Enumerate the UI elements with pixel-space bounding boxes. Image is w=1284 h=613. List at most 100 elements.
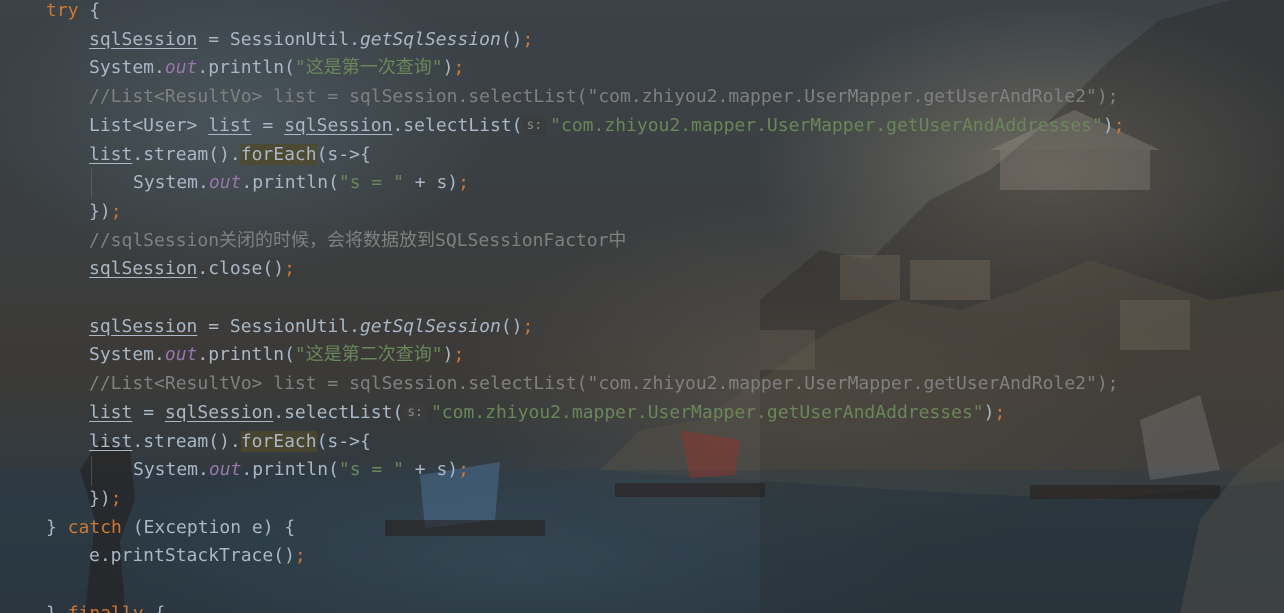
code-token[interactable]: e.printStackTrace() xyxy=(89,545,295,566)
variable-reference[interactable]: sqlSession xyxy=(165,402,273,423)
code-token[interactable]: } xyxy=(46,603,68,613)
string-literal[interactable]: "com.zhiyou2.mapper.UserMapper.getUserAn… xyxy=(431,402,984,423)
code-line[interactable]: sqlSession.close(); xyxy=(89,255,295,283)
code-token[interactable]: = xyxy=(252,115,285,136)
code-token[interactable]: .selectList( xyxy=(273,402,403,423)
code-token[interactable]: ) xyxy=(443,344,454,365)
code-token[interactable]: .stream(). xyxy=(132,431,240,452)
highlighted-method[interactable]: forEach xyxy=(240,430,317,452)
code-token[interactable]: = xyxy=(132,402,165,423)
keyword-token[interactable]: ; xyxy=(111,488,122,509)
code-line[interactable]: System.out.println("这是第一次查询"); xyxy=(89,54,464,82)
code-token[interactable]: }) xyxy=(89,201,111,222)
keyword-token[interactable]: ; xyxy=(523,29,534,50)
keyword-token[interactable]: ; xyxy=(1114,115,1125,136)
string-literal[interactable]: "s = " xyxy=(339,459,404,480)
code-token[interactable]: { xyxy=(79,0,100,21)
code-line[interactable]: //List<ResultVo> list = sqlSession.selec… xyxy=(89,370,1119,398)
code-token[interactable]: .println( xyxy=(197,57,295,78)
string-literal[interactable]: "这是第二次查询" xyxy=(295,344,443,365)
code-line[interactable]: sqlSession = SessionUtil.getSqlSession()… xyxy=(89,313,533,341)
code-token[interactable]: .stream(). xyxy=(132,144,240,165)
keyword-token[interactable]: ; xyxy=(295,545,306,566)
code-token[interactable]: System. xyxy=(133,172,209,193)
code-token[interactable]: () xyxy=(501,316,523,337)
keyword-token[interactable]: ; xyxy=(458,172,469,193)
code-line[interactable]: System.out.println("s = " + s); xyxy=(133,456,469,484)
code-token[interactable]: System. xyxy=(89,344,165,365)
code-token[interactable]: List<User> xyxy=(89,115,208,136)
static-field[interactable]: out xyxy=(165,344,198,365)
variable-reference[interactable]: sqlSession xyxy=(89,258,197,279)
code-token[interactable]: + s) xyxy=(404,172,458,193)
code-line[interactable]: e.printStackTrace(); xyxy=(89,542,306,570)
code-line[interactable]: System.out.println("s = " + s); xyxy=(133,169,469,197)
code-token[interactable]: System. xyxy=(89,57,165,78)
code-line[interactable]: sqlSession = SessionUtil.getSqlSession()… xyxy=(89,26,533,54)
code-token[interactable]: = SessionUtil. xyxy=(197,316,360,337)
code-comment[interactable]: //List<ResultVo> list = sqlSession.selec… xyxy=(89,86,1119,107)
code-token[interactable]: .close() xyxy=(197,258,284,279)
code-token[interactable]: }) xyxy=(89,488,111,509)
code-line[interactable]: }); xyxy=(89,485,122,513)
code-line[interactable]: //sqlSession关闭的时候，会将数据放到SQLSessionFactor… xyxy=(89,227,626,255)
static-method[interactable]: getSqlSession xyxy=(360,29,501,50)
code-token[interactable]: ) xyxy=(443,57,454,78)
keyword-token[interactable]: ; xyxy=(453,57,464,78)
static-method[interactable]: getSqlSession xyxy=(360,316,501,337)
variable-reference[interactable]: sqlSession xyxy=(89,316,197,337)
keyword-token[interactable]: ; xyxy=(523,316,534,337)
highlighted-method[interactable]: forEach xyxy=(240,143,317,165)
parameter-name-hint: s: xyxy=(403,403,427,422)
code-token[interactable]: System. xyxy=(133,459,209,480)
code-line[interactable]: list.stream().forEach(s->{ xyxy=(89,428,371,456)
keyword-token[interactable]: catch xyxy=(68,517,122,538)
keyword-token[interactable]: finally xyxy=(68,603,144,613)
variable-reference[interactable]: list xyxy=(208,115,251,136)
code-token[interactable]: .println( xyxy=(241,459,339,480)
code-token[interactable]: = SessionUtil. xyxy=(197,29,360,50)
keyword-token[interactable]: ; xyxy=(453,344,464,365)
code-token[interactable]: .selectList( xyxy=(392,115,522,136)
static-field[interactable]: out xyxy=(165,57,198,78)
code-token[interactable]: } xyxy=(46,517,68,538)
code-line[interactable]: List<User> list = sqlSession.selectList(… xyxy=(89,112,1125,140)
string-literal[interactable]: "com.zhiyou2.mapper.UserMapper.getUserAn… xyxy=(550,115,1103,136)
static-field[interactable]: out xyxy=(209,459,242,480)
code-token[interactable]: () xyxy=(501,29,523,50)
variable-reference[interactable]: list xyxy=(89,144,132,165)
variable-reference[interactable]: list xyxy=(89,431,132,452)
code-editor[interactable]: try {sqlSession = SessionUtil.getSqlSess… xyxy=(0,0,1284,613)
code-token[interactable]: .println( xyxy=(197,344,295,365)
string-literal[interactable]: "这是第一次查询" xyxy=(295,57,443,78)
keyword-token[interactable]: try xyxy=(46,0,79,21)
code-comment[interactable]: //sqlSession关闭的时候，会将数据放到SQLSessionFactor… xyxy=(89,230,626,251)
code-line[interactable]: System.out.println("这是第二次查询"); xyxy=(89,341,464,369)
code-token[interactable]: (s->{ xyxy=(317,144,371,165)
code-line[interactable]: } catch (Exception e) { xyxy=(46,514,295,542)
keyword-token[interactable]: ; xyxy=(111,201,122,222)
code-token[interactable]: + s) xyxy=(404,459,458,480)
variable-reference[interactable]: sqlSession xyxy=(89,29,197,50)
keyword-token[interactable]: ; xyxy=(458,459,469,480)
code-line[interactable]: }); xyxy=(89,198,122,226)
keyword-token[interactable]: ; xyxy=(994,402,1005,423)
code-line[interactable]: list = sqlSession.selectList(s: "com.zhiy… xyxy=(89,399,1005,427)
code-area[interactable]: try {sqlSession = SessionUtil.getSqlSess… xyxy=(0,0,1284,613)
variable-reference[interactable]: list xyxy=(89,402,132,423)
code-line[interactable]: list.stream().forEach(s->{ xyxy=(89,141,371,169)
code-token[interactable]: (Exception e) { xyxy=(122,517,296,538)
variable-reference[interactable]: sqlSession xyxy=(284,115,392,136)
code-token[interactable]: { xyxy=(144,603,165,613)
code-line[interactable]: } finally { xyxy=(46,600,165,613)
code-token[interactable]: (s->{ xyxy=(317,431,371,452)
code-line[interactable]: try { xyxy=(46,0,100,25)
code-token[interactable]: ) xyxy=(984,402,995,423)
code-token[interactable]: ) xyxy=(1103,115,1114,136)
code-comment[interactable]: //List<ResultVo> list = sqlSession.selec… xyxy=(89,373,1119,394)
keyword-token[interactable]: ; xyxy=(284,258,295,279)
code-token[interactable]: .println( xyxy=(241,172,339,193)
string-literal[interactable]: "s = " xyxy=(339,172,404,193)
static-field[interactable]: out xyxy=(209,172,242,193)
code-line[interactable]: //List<ResultVo> list = sqlSession.selec… xyxy=(89,83,1119,111)
